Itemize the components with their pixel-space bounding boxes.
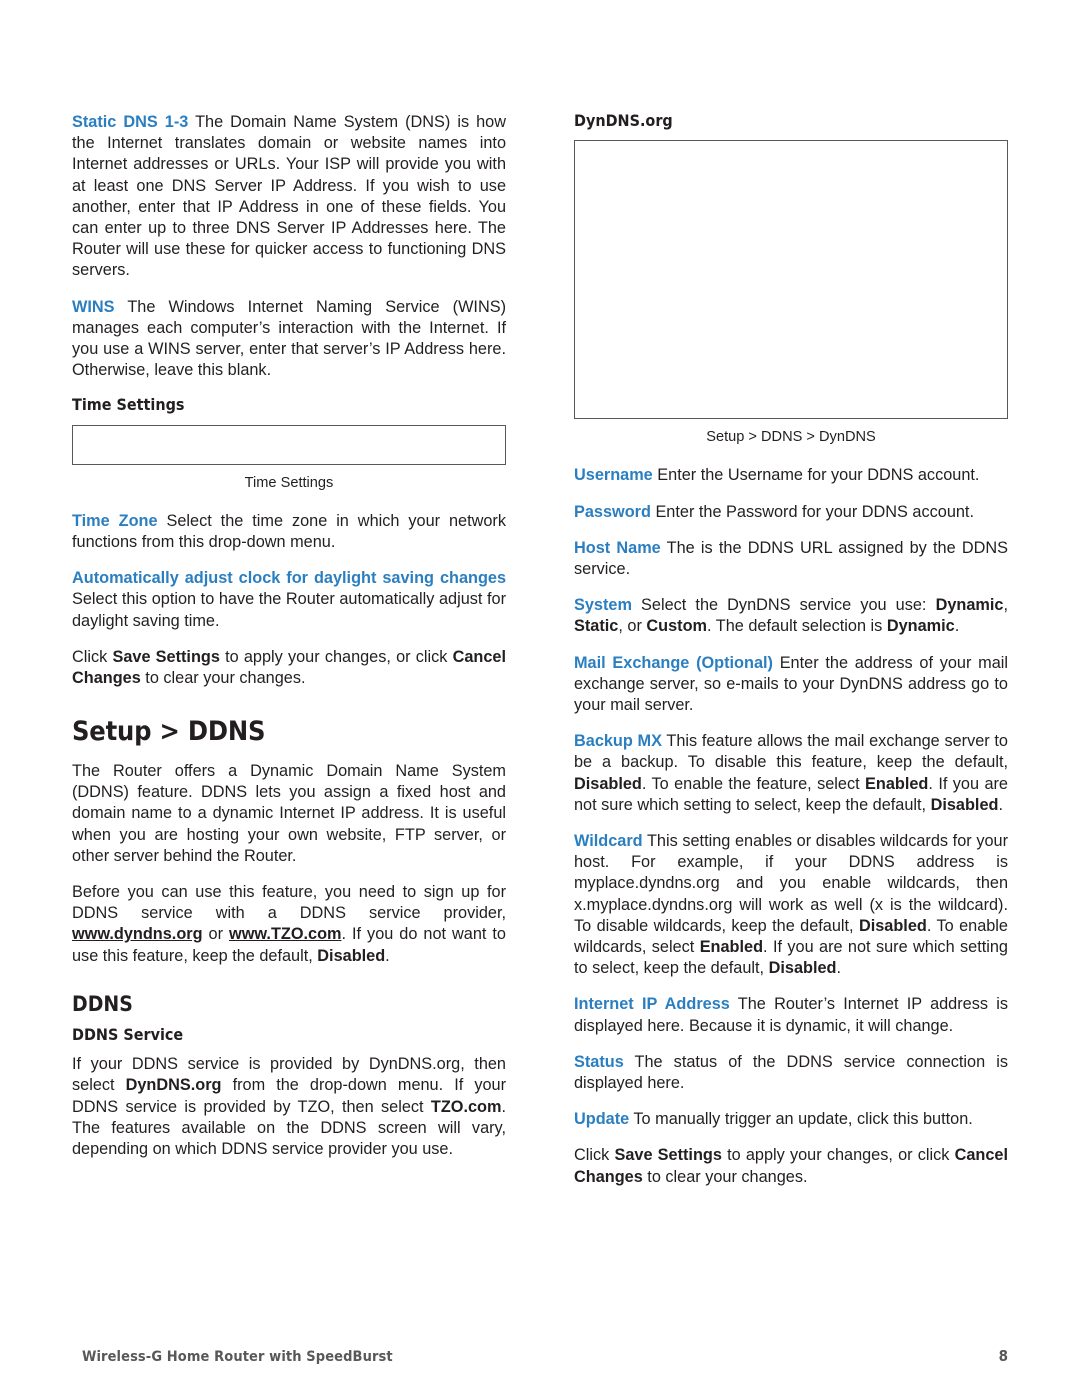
paragraph-save-cancel-left: Click Save Settings to apply your change…: [72, 647, 506, 689]
wildcard-disabled-2: Disabled: [768, 959, 837, 978]
paragraph-auto-dst: Automatically adjust clock for daylight …: [72, 568, 506, 632]
link-tzo-com[interactable]: www.TZO.com: [229, 925, 341, 943]
paragraph-password: Password Enter the Password for your DDN…: [574, 502, 1008, 523]
paragraph-internet-ip: Internet IP Address The Router’s Interne…: [574, 994, 1008, 1036]
right-column: DynDNS.org Setup > DDNS > DynDNS Usernam…: [574, 111, 1008, 1188]
option-dyndns-org: DynDNS.org: [125, 1076, 222, 1095]
term-wildcard: Wildcard: [574, 832, 643, 851]
save-settings-label-left: Save Settings: [112, 647, 220, 666]
footer-product-title: Wireless-G Home Router with SpeedBurst: [82, 1349, 393, 1365]
term-internet-ip-address: Internet IP Address: [574, 995, 730, 1014]
figure-caption-time-settings: Time Settings: [244, 474, 334, 491]
system-mid2: , or: [618, 617, 647, 636]
backup-mx-end: .: [998, 795, 1003, 814]
paragraph-update: Update To manually trigger an update, cl…: [574, 1109, 1008, 1130]
term-wins: WINS: [72, 297, 115, 316]
save-cancel-pre-right: Click: [574, 1146, 615, 1165]
term-backup-mx: Backup MX: [574, 732, 662, 751]
heading-setup-ddns: Setup > DDNS: [72, 716, 266, 748]
paragraph-time-zone: Time Zone Select the time zone in which …: [72, 511, 506, 553]
ddns-signup-mid: or: [202, 925, 230, 944]
figure-image-dyndns: [574, 140, 1008, 420]
link-dyndns-org[interactable]: www.dyndns.org: [72, 925, 203, 943]
backup-mx-mid1: . To enable the feature, select: [641, 774, 866, 793]
text-username: Enter the Username for your DDNS account…: [652, 466, 980, 485]
left-column: Static DNS 1-3 The Domain Name System (D…: [72, 112, 506, 1188]
term-system: System: [574, 596, 632, 615]
save-cancel-pre-left: Click: [72, 647, 113, 666]
figure-dyndns: Setup > DDNS > DynDNS: [574, 140, 1008, 447]
document-page: Static DNS 1-3 The Domain Name System (D…: [0, 0, 1080, 1397]
page-footer: Wireless-G Home Router with SpeedBurst 8: [82, 1347, 1008, 1365]
term-password: Password: [574, 502, 651, 521]
paragraph-username: Username Enter the Username for your DDN…: [574, 465, 1008, 486]
wildcard-end: .: [836, 959, 842, 978]
save-cancel-mid-right: to apply your changes, or click: [721, 1146, 955, 1165]
option-tzo-com: TZO.com: [430, 1097, 502, 1116]
text-static-dns: The Domain Name System (DNS) is how the …: [72, 113, 506, 280]
ddns-signup-end: .: [385, 946, 390, 965]
heading-dyndns-org: DynDNS.org: [574, 111, 673, 130]
wildcard-enabled: Enabled: [699, 938, 764, 957]
term-host-name: Host Name: [574, 538, 661, 557]
paragraph-ddns-signup: Before you can use this feature, you nee…: [72, 882, 506, 967]
two-column-layout: Static DNS 1-3 The Domain Name System (D…: [72, 111, 1008, 1188]
system-mid1: ,: [1003, 596, 1008, 615]
text-auto-dst: Select this option to have the Router au…: [72, 590, 506, 630]
backup-mx-disabled-1: Disabled: [574, 774, 642, 793]
save-cancel-post-right: to clear your changes.: [642, 1167, 808, 1186]
heading-ddns-service: DDNS Service: [72, 1024, 184, 1044]
term-mail-exchange: Mail Exchange (Optional): [574, 653, 773, 672]
wildcard-disabled-1: Disabled: [858, 916, 927, 935]
figure-caption-dyndns: Setup > DDNS > DynDNS: [706, 429, 876, 446]
text-wins: The Windows Internet Naming Service (WIN…: [72, 297, 506, 380]
ddns-signup-pre: Before you can use this feature, you nee…: [72, 882, 506, 923]
text-update: To manually trigger an update, click thi…: [629, 1110, 973, 1129]
paragraph-static-dns: Static DNS 1-3 The Domain Name System (D…: [72, 112, 506, 282]
paragraph-save-cancel-right: Click Save Settings to apply your change…: [574, 1145, 1008, 1187]
term-update: Update: [574, 1110, 630, 1129]
heading-time-settings: Time Settings: [72, 395, 185, 415]
figure-image-time-settings: [72, 424, 506, 465]
system-mid3: . The default selection is: [707, 617, 887, 636]
paragraph-host-name: Host Name The is the DDNS URL assigned b…: [574, 538, 1008, 580]
option-dynamic-default: Dynamic: [886, 617, 955, 636]
text-password: Enter the Password for your DDNS account…: [650, 502, 974, 521]
option-custom: Custom: [646, 617, 708, 636]
term-static-dns: Static DNS 1-3: [72, 113, 189, 131]
option-static: Static: [574, 617, 619, 636]
save-cancel-post-left: to clear your changes.: [140, 669, 306, 688]
term-time-zone: Time Zone: [72, 511, 158, 530]
save-settings-label-right: Save Settings: [614, 1146, 722, 1165]
paragraph-backup-mx: Backup MX This feature allows the mail e…: [574, 731, 1008, 816]
text-status: The status of the DDNS service connectio…: [574, 1052, 1008, 1093]
backup-mx-enabled: Enabled: [865, 774, 929, 793]
term-auto-dst: Automatically adjust clock for daylight …: [72, 569, 506, 588]
system-end: .: [954, 617, 960, 636]
paragraph-mail-exchange: Mail Exchange (Optional) Enter the addre…: [574, 653, 1008, 717]
disabled-default-label: Disabled: [317, 946, 386, 965]
term-username: Username: [574, 466, 653, 485]
paragraph-wildcard: Wildcard This setting enables or disable…: [574, 831, 1008, 979]
save-cancel-mid-left: to apply your changes, or click: [219, 647, 453, 666]
paragraph-ddns-service: If your DDNS service is provided by DynD…: [72, 1054, 506, 1160]
option-dynamic: Dynamic: [935, 596, 1004, 615]
figure-time-settings: Time Settings: [72, 424, 506, 493]
backup-mx-disabled-2: Disabled: [930, 795, 999, 814]
paragraph-wins: WINS The Windows Internet Naming Service…: [72, 297, 506, 382]
term-status: Status: [574, 1052, 624, 1071]
heading-ddns: DDNS: [72, 991, 133, 1016]
paragraph-ddns-intro: The Router offers a Dynamic Domain Name …: [72, 761, 506, 865]
paragraph-system: System Select the DynDNS service you use…: [574, 595, 1008, 637]
system-pre: Select the DynDNS service you use:: [631, 596, 936, 615]
footer-page-number: 8: [998, 1347, 1008, 1365]
paragraph-status: Status The status of the DDNS service co…: [574, 1052, 1008, 1094]
